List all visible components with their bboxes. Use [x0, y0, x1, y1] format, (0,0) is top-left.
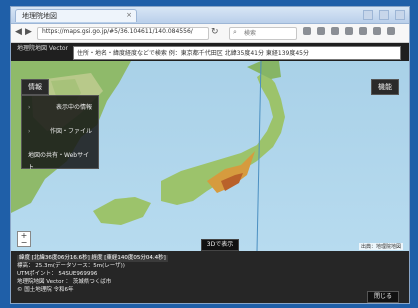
forward-icon[interactable]: ▶: [25, 27, 32, 37]
browser-toolbar-icons: [303, 27, 395, 35]
zoom-control[interactable]: + −: [17, 231, 31, 247]
browser-title-bar: 地理院地図 ×: [11, 7, 409, 24]
zoom-out-icon[interactable]: −: [18, 239, 30, 247]
minimize-icon[interactable]: [363, 10, 373, 20]
chevron-right-icon: ›: [28, 128, 31, 135]
utm-line: UTMポイント： 54SUE969996: [17, 271, 98, 277]
site-search-bar: 地理院地図 Vector 住所・地名・緯度経度などで検索 例：東京都千代田区 北…: [11, 43, 409, 61]
search-placeholder: 検索: [244, 30, 257, 37]
browser-nav-bar: ◀ ▶ https://maps.gsi.go.jp/#5/36.104611/…: [11, 24, 409, 43]
back-icon[interactable]: ◀: [15, 27, 22, 37]
menu-item-drawing[interactable]: › 作図・ファイル: [28, 126, 92, 138]
elevation-line: 標高： 25.3m(データソース：5m(レーザ)): [17, 263, 125, 269]
menu-item-share[interactable]: 地図の共有・Webサイト: [28, 150, 92, 171]
close-window-icon[interactable]: [395, 10, 405, 20]
site-search-text: 住所・地名・緯度経度などで検索 例：東京都千代田区 北緯35度41分 東経139…: [77, 50, 309, 57]
browser-tab[interactable]: 地理院地図 ×: [15, 9, 137, 22]
credit-line: © 国土地理院 令和6年: [17, 287, 74, 293]
location-line: 地理院地図 Vector ： 茨城県つくば市: [17, 279, 112, 285]
3d-view-button[interactable]: 3Dで表示: [201, 239, 239, 251]
tab-close-icon[interactable]: ×: [126, 11, 132, 19]
address-bar[interactable]: https://maps.gsi.go.jp/#5/36.104611/140.…: [37, 27, 209, 40]
menu-item-visible-info[interactable]: › 表示中の情報: [28, 102, 92, 114]
map-canvas[interactable]: 情報 機能 › 表示中の情報 › 作図・ファイル 地図の共有・Webサイト + …: [11, 61, 409, 251]
extension-icon[interactable]: [359, 27, 367, 35]
window-controls: [363, 10, 405, 20]
browser-window: 地理院地図 × ◀ ▶ https://maps.gsi.go.jp/#5/36…: [10, 6, 410, 304]
address-text: https://maps.gsi.go.jp/#5/36.104611/140.…: [42, 28, 193, 35]
settings-icon[interactable]: [373, 27, 381, 35]
menu-item-label: 地図の共有・Webサイト: [28, 152, 90, 171]
history-icon[interactable]: [345, 27, 353, 35]
tab-title: 地理院地図: [22, 12, 57, 20]
info-panel: 緯度 [北緯36度06分16.6秒] 経度 [東経140度05分04.4秒] 標…: [11, 251, 409, 303]
bookmark-icon[interactable]: [303, 27, 311, 35]
menu-icon[interactable]: [387, 27, 395, 35]
site-search-input[interactable]: 住所・地名・緯度経度などで検索 例：東京都千代田区 北緯35度41分 東経139…: [73, 46, 401, 60]
close-panel-button[interactable]: 閉じる: [367, 291, 399, 303]
browser-search-input[interactable]: ⌕ 検索: [229, 27, 297, 40]
info-menu: › 表示中の情報 › 作図・ファイル 地図の共有・Webサイト: [21, 95, 99, 171]
function-button[interactable]: 機能: [371, 79, 399, 95]
map-credit: 出典：地理院地図: [358, 243, 403, 250]
download-icon[interactable]: [317, 27, 325, 35]
chevron-right-icon: ›: [28, 104, 31, 111]
kyushu-island: [93, 197, 151, 225]
home-icon[interactable]: [331, 27, 339, 35]
info-button[interactable]: 情報: [21, 79, 49, 95]
coordinates-line: 緯度 [北緯36度06分16.6秒] 経度 [東経140度05分04.4秒]: [17, 255, 168, 262]
search-icon: ⌕: [233, 28, 237, 36]
menu-item-label: 表示中の情報: [55, 104, 92, 111]
reload-icon[interactable]: ↻: [211, 27, 219, 37]
site-logo[interactable]: 地理院地図 Vector: [17, 46, 71, 58]
menu-item-label: 作図・ファイル: [49, 128, 92, 135]
maximize-icon[interactable]: [379, 10, 389, 20]
